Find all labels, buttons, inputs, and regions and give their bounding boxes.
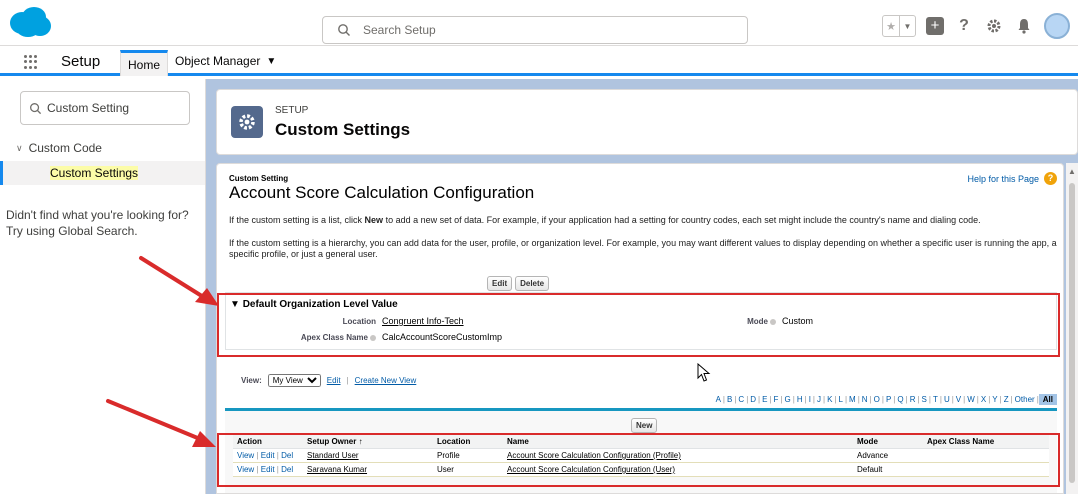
global-actions-plus-icon[interactable]: + bbox=[926, 17, 944, 35]
edit-view-link[interactable]: Edit bbox=[327, 376, 341, 385]
alpha-filter-link[interactable]: C bbox=[736, 395, 746, 404]
search-icon bbox=[30, 103, 42, 115]
sidebar-item-label: Custom Settings bbox=[50, 166, 139, 180]
quick-find-box[interactable] bbox=[20, 91, 190, 125]
tree-group-label: Custom Code bbox=[28, 141, 102, 155]
list-view-controls: View: My View Edit | Create New View bbox=[241, 374, 416, 387]
tab-object-manager-label: Object Manager bbox=[175, 54, 261, 68]
global-search-input[interactable] bbox=[363, 21, 733, 39]
alpha-filter-link[interactable]: V bbox=[954, 395, 963, 404]
app-launcher-icon[interactable] bbox=[24, 55, 38, 69]
favorites-group[interactable]: ★ ▼ bbox=[882, 15, 916, 37]
view-label: View: bbox=[241, 376, 262, 385]
delete-button[interactable]: Delete bbox=[515, 276, 550, 291]
alpha-filter-link[interactable]: J bbox=[815, 395, 823, 404]
alpha-filter-link[interactable]: U bbox=[942, 395, 952, 404]
annotation-arrow-icon bbox=[106, 399, 216, 447]
global-search[interactable] bbox=[322, 16, 748, 44]
description-list-suffix: to add a new set of data. For example, i… bbox=[383, 215, 981, 225]
alpha-filter-link[interactable]: Y bbox=[990, 395, 999, 404]
scrollbar-thumb[interactable] bbox=[1069, 183, 1075, 483]
edit-button[interactable]: Edit bbox=[487, 276, 513, 291]
app-navigation-bar: Setup Home Object Manager ▼ bbox=[0, 46, 1078, 76]
alphabet-filter: A | B | C | D | E | F | G | H | I | J | K | L | M | N | O | P | Q | R | S | T |… bbox=[714, 394, 1057, 405]
record-type-label: Custom Setting bbox=[229, 174, 289, 183]
alpha-filter-link[interactable]: F bbox=[772, 395, 781, 404]
user-avatar[interactable] bbox=[1044, 13, 1070, 39]
mouse-cursor-icon bbox=[697, 363, 711, 382]
notifications-bell-icon[interactable] bbox=[1014, 16, 1034, 36]
breadcrumb[interactable]: SETUP bbox=[275, 105, 308, 116]
custom-setting-title: Account Score Calculation Configuration bbox=[229, 183, 535, 202]
alpha-filter-link[interactable]: T bbox=[931, 395, 940, 404]
search-icon bbox=[338, 24, 350, 36]
alpha-filter-link[interactable]: K bbox=[825, 395, 834, 404]
alpha-filter-link[interactable]: Q bbox=[895, 395, 905, 404]
create-new-view-link[interactable]: Create New View bbox=[355, 376, 417, 385]
alpha-filter-link[interactable]: D bbox=[748, 395, 758, 404]
global-header: ★ ▼ + ? bbox=[0, 0, 1078, 46]
favorites-dropdown-icon[interactable]: ▼ bbox=[899, 16, 915, 36]
help-question-icon[interactable]: ? bbox=[1044, 172, 1057, 185]
main-content-area: SETUP Custom Settings Custom Setting Acc… bbox=[206, 79, 1078, 494]
new-button[interactable]: New bbox=[631, 418, 658, 433]
description-list-bold: New bbox=[364, 215, 384, 225]
tab-object-manager[interactable]: Object Manager ▼ bbox=[175, 54, 276, 68]
chevron-down-icon: ∨ bbox=[16, 142, 23, 153]
view-select[interactable]: My View bbox=[267, 374, 321, 387]
page-header: SETUP Custom Settings bbox=[216, 89, 1078, 155]
alpha-filter-link[interactable]: O bbox=[872, 395, 882, 404]
tree-group-custom-code[interactable]: ∨ Custom Code bbox=[16, 141, 102, 155]
page-title: Custom Settings bbox=[275, 120, 411, 139]
alpha-filter-link[interactable]: N bbox=[860, 395, 870, 404]
header-utility-icons: ★ ▼ + ? bbox=[882, 12, 1070, 40]
alpha-filter-link[interactable]: P bbox=[884, 395, 893, 404]
tab-home[interactable]: Home bbox=[120, 50, 168, 76]
alpha-filter-link[interactable]: M bbox=[847, 395, 858, 404]
no-result-help-text: Didn't find what you're looking for? Try… bbox=[6, 208, 189, 238]
scroll-up-arrow-icon[interactable]: ▲ bbox=[1068, 167, 1076, 176]
settings-gear-icon bbox=[231, 106, 263, 138]
alpha-filter-link[interactable]: X bbox=[979, 395, 988, 404]
alpha-filter-link[interactable]: Z bbox=[1002, 395, 1011, 404]
app-name: Setup bbox=[61, 53, 101, 70]
sidebar-item-custom-settings[interactable]: Custom Settings bbox=[0, 161, 205, 185]
chevron-down-icon[interactable]: ▼ bbox=[266, 56, 276, 67]
salesforce-logo[interactable] bbox=[8, 6, 52, 38]
alpha-filter-link[interactable]: S bbox=[920, 395, 929, 404]
annotation-highlight-box bbox=[217, 433, 1060, 487]
help-question-icon[interactable]: ? bbox=[954, 16, 974, 36]
alpha-filter-link[interactable]: B bbox=[725, 395, 734, 404]
content-scrollbar[interactable]: ▲ bbox=[1066, 163, 1078, 494]
help-for-page-link[interactable]: Help for this Page ? bbox=[967, 172, 1057, 185]
new-button-row: New bbox=[631, 415, 658, 433]
alpha-filter-link[interactable]: G bbox=[783, 395, 793, 404]
help-link-label[interactable]: Help for this Page bbox=[967, 174, 1039, 184]
setup-gear-icon[interactable] bbox=[984, 16, 1004, 36]
alpha-filter-link[interactable]: A bbox=[714, 395, 723, 404]
detail-button-row: Edit Delete bbox=[487, 276, 550, 291]
alpha-filter-link[interactable]: H bbox=[795, 395, 805, 404]
alpha-filter-link[interactable]: L bbox=[837, 395, 845, 404]
alpha-filter-link[interactable]: E bbox=[760, 395, 769, 404]
alpha-filter-link[interactable]: Other bbox=[1013, 395, 1037, 404]
quick-find-input[interactable] bbox=[47, 100, 185, 116]
alpha-filter-all[interactable]: All bbox=[1038, 394, 1057, 405]
description-list-prefix: If the custom setting is a list, click bbox=[229, 215, 365, 225]
annotation-highlight-box bbox=[217, 293, 1060, 357]
alpha-filter-link[interactable]: W bbox=[965, 395, 977, 404]
divider: | bbox=[346, 376, 349, 385]
favorite-star-icon[interactable]: ★ bbox=[883, 16, 899, 36]
description-hierarchy: If the custom setting is a hierarchy, yo… bbox=[229, 238, 1057, 259]
description-list: If the custom setting is a list, click N… bbox=[229, 215, 1059, 226]
annotation-arrow-icon bbox=[139, 256, 219, 306]
alpha-filter-link[interactable]: R bbox=[908, 395, 918, 404]
